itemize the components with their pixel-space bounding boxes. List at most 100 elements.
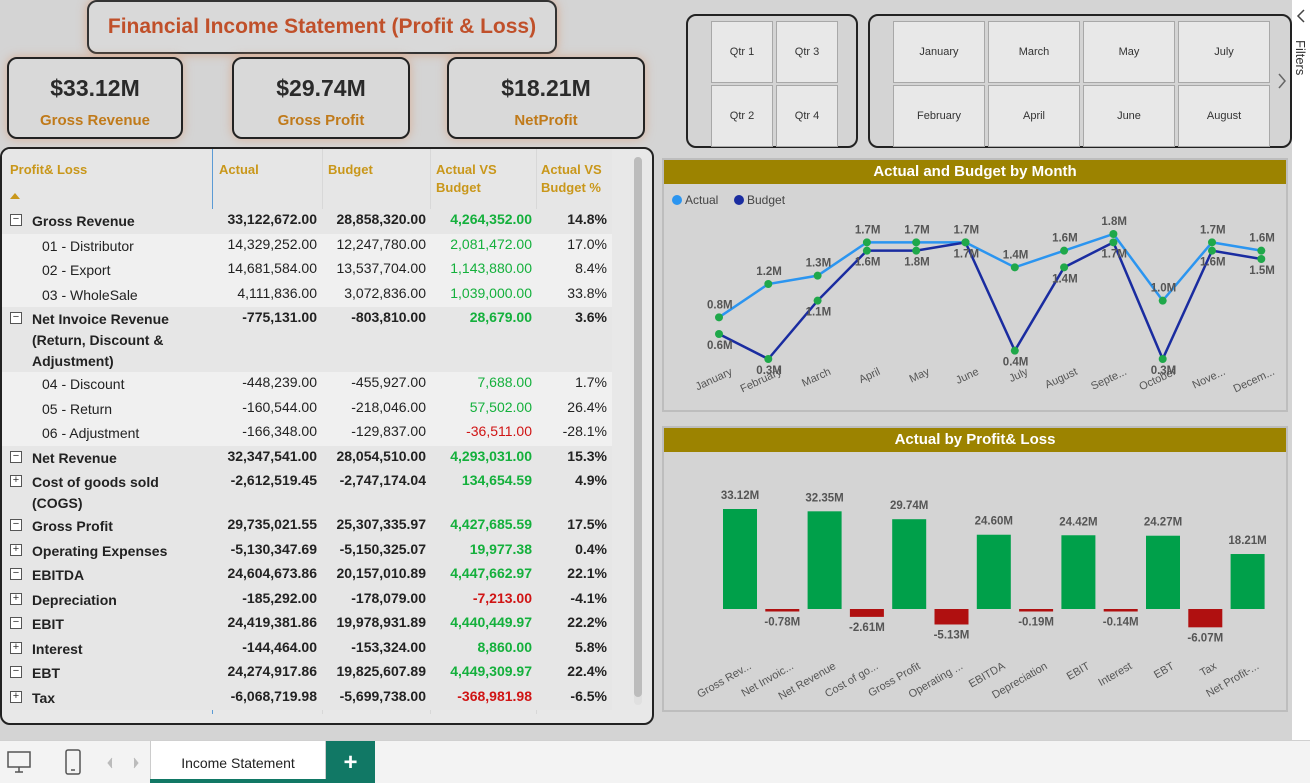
table-row[interactable]: 02 - Export 14,681,584.00 13,537,704.00 1,1… (2, 258, 612, 283)
table-row[interactable]: − Gross Revenue 33,122,672.00 28,858,320.00… (2, 209, 612, 234)
table-row[interactable]: − Net Invoice Revenue (Return, Discount &… (2, 307, 612, 372)
row-label: EBIT (32, 616, 64, 632)
column-header-budget[interactable]: Budget (328, 161, 373, 179)
chevron-right-icon[interactable] (1276, 71, 1288, 91)
kpi-card-gross-revenue: $33.12M Gross Revenue (7, 57, 183, 139)
bar (807, 511, 842, 609)
table-row[interactable]: − EBITDA 24,604,673.86 20,157,010.89 4,447,6… (2, 563, 612, 588)
mobile-layout-icon[interactable] (64, 748, 82, 776)
bar (1103, 609, 1138, 612)
collapse-icon[interactable]: − (10, 666, 22, 678)
x-axis-tick-label: Nove... (1191, 366, 1228, 392)
budget-cell: 19,825,607.89 (336, 663, 426, 679)
sort-ascending-icon[interactable] (10, 193, 20, 199)
slicer-qtr-2[interactable]: Qtr 2 (711, 85, 773, 147)
column-header-profit-loss[interactable]: Profit& Loss (10, 161, 87, 179)
kpi-label: Gross Revenue (39, 112, 151, 129)
actual-cell: 14,681,584.00 (227, 260, 317, 276)
slicer-month-january[interactable]: January (893, 21, 985, 83)
actual-cell: -166,348.00 (242, 423, 317, 439)
budget-cell: -455,927.00 (351, 374, 426, 390)
tab-income-statement[interactable]: Income Statement (150, 741, 326, 783)
table-row[interactable]: + Tax -6,068,719.98 -5,699,738.00 -368,981.9… (2, 685, 612, 710)
table-row[interactable]: 01 - Distributor 14,329,252.00 12,247,780.… (2, 233, 612, 258)
expand-icon[interactable]: + (10, 690, 22, 703)
table-row[interactable]: + Interest -144,464.00 -153,324.00 8,860.00 5… (2, 636, 612, 661)
expand-icon[interactable]: + (10, 641, 22, 654)
table-row[interactable]: + Operating Expenses -5,130,347.69 -5,150,3… (2, 538, 612, 563)
collapse-icon[interactable]: − (10, 519, 22, 531)
table-row[interactable]: − Net Revenue 32,347,541.00 28,054,510.00 4,… (2, 445, 612, 470)
variance-pct-cell: 3.6% (575, 309, 607, 325)
bar (1230, 554, 1265, 609)
expand-icon[interactable]: + (10, 543, 22, 556)
row-label: Gross Profit (32, 518, 113, 534)
bar (892, 519, 927, 609)
data-label: -0.78M (764, 617, 800, 629)
x-axis-tick-label: March (800, 366, 833, 390)
data-label: 1.7M (1200, 224, 1226, 236)
x-axis-tick-label: August (1043, 366, 1079, 391)
slicer-month-april[interactable]: April (988, 85, 1080, 147)
collapse-icon[interactable]: − (10, 214, 22, 226)
expand-icon[interactable]: + (10, 475, 22, 487)
slicer-month-february[interactable]: February (893, 85, 985, 147)
table-row[interactable]: 06 - Adjustment -166,348.00 -129,837.00 -36… (2, 421, 612, 446)
collapse-icon[interactable]: − (10, 617, 22, 629)
filters-pane-label[interactable]: Filters (1293, 40, 1308, 100)
data-label: 1.1M (806, 307, 832, 319)
bar (1188, 609, 1223, 628)
actual-cell: -775,131.00 (242, 309, 317, 325)
chevron-left-icon[interactable] (1292, 0, 1310, 30)
budget-cell: -178,079.00 (351, 589, 426, 606)
kpi-value: $18.21M (501, 75, 591, 101)
slicer-qtr-1[interactable]: Qtr 1 (711, 21, 773, 83)
collapse-icon[interactable]: − (10, 312, 22, 324)
slicer-month-august[interactable]: August (1178, 85, 1270, 147)
previous-page-icon[interactable] (104, 755, 116, 771)
desktop-layout-icon[interactable] (6, 750, 32, 774)
table-row[interactable]: − EBIT 24,419,381.86 19,978,931.89 4,440,449… (2, 612, 612, 637)
column-header-actual-vs-budget[interactable]: Actual VS Budget (436, 161, 526, 197)
add-page-button[interactable]: + (326, 741, 375, 783)
table-row[interactable]: 03 - WholeSale 4,111,836.00 3,072,836.00 1,… (2, 282, 612, 307)
actual-cell: 14,329,252.00 (227, 235, 317, 252)
data-label: 1.7M (855, 224, 881, 236)
collapse-icon[interactable]: − (10, 450, 22, 463)
variance-pct-cell: 26.4% (567, 398, 607, 415)
table-row[interactable]: 04 - Discount -448,239.00 -455,927.00 7,688… (2, 372, 612, 397)
expand-icon[interactable]: + (10, 592, 22, 605)
table-row[interactable]: − EBT 24,274,917.86 19,825,607.89 4,449,309.… (2, 661, 612, 686)
column-header-actual[interactable]: Actual (219, 161, 259, 179)
data-label: 1.2M (756, 266, 782, 278)
slicer-month-june[interactable]: June (1083, 85, 1175, 147)
data-point (961, 238, 970, 247)
report-title: Financial Income Statement (Profit & Los… (107, 15, 537, 38)
variance-pct-cell: 22.4% (567, 663, 607, 679)
table-row[interactable]: 05 - Return -160,544.00 -218,046.00 57,502.… (2, 396, 612, 421)
data-point (1109, 238, 1118, 247)
actual-cell: -5,130,347.69 (230, 540, 317, 557)
matrix-header: Profit& Loss Actual Budget Actual VS Bud… (2, 149, 612, 209)
column-header-actual-vs-budget-pct[interactable]: Actual VS Budget % (541, 161, 611, 197)
x-axis-tick-label: Tax (1198, 660, 1219, 679)
slicer-month-july[interactable]: July (1178, 21, 1270, 83)
budget-cell: 20,157,010.89 (336, 565, 426, 581)
slicer-qtr-4[interactable]: Qtr 4 (776, 85, 838, 147)
variance-cell: 4,449,309.97 (450, 663, 532, 679)
series-line-actual (718, 232, 1262, 319)
filters-pane[interactable]: Filters (1292, 0, 1310, 740)
data-label: 1.7M (954, 224, 980, 236)
slicer-month-may[interactable]: May (1083, 21, 1175, 83)
collapse-icon[interactable]: − (10, 568, 22, 580)
table-row[interactable]: − Gross Profit 29,735,021.55 25,307,335.97 4… (2, 514, 612, 539)
slicer-qtr-3[interactable]: Qtr 3 (776, 21, 838, 83)
slicer-month-march[interactable]: March (988, 21, 1080, 83)
actual-cell: -448,239.00 (242, 374, 317, 390)
table-row[interactable]: + Cost of goods sold (COGS) -2,612,519.45 -… (2, 470, 612, 514)
table-row[interactable]: + Depreciation -185,292.00 -178,079.00 -7,21… (2, 587, 612, 612)
actual-budget-by-month-chart: Actual and Budget by Month Actual Budget 0… (662, 158, 1288, 412)
vertical-scrollbar-thumb[interactable] (634, 157, 642, 697)
row-label: Gross Revenue (32, 213, 135, 229)
next-page-icon[interactable] (130, 755, 142, 771)
